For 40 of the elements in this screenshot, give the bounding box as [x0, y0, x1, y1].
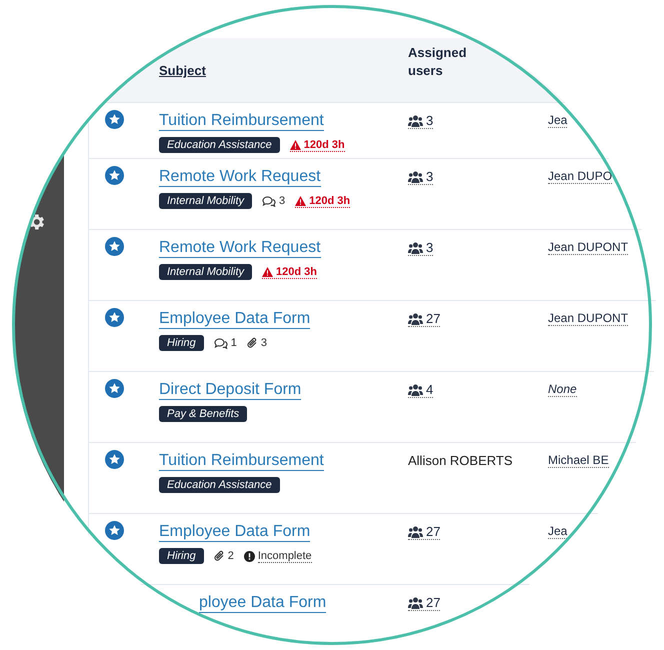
- assignee-name[interactable]: Michael BE: [548, 451, 609, 468]
- attachment-count: 2: [228, 550, 234, 562]
- category-tag: Hiring: [159, 335, 204, 351]
- status-label: Incomplete: [258, 550, 312, 562]
- assignee-name[interactable]: Jean DUPO: [548, 167, 612, 184]
- comment-count: 1: [230, 337, 237, 349]
- assignee-name[interactable]: Jean DUPONT: [548, 238, 628, 255]
- subject-link[interactable]: Remote Work Request: [159, 238, 321, 258]
- user-count[interactable]: 3: [408, 111, 434, 129]
- assignee-name[interactable]: Jea: [548, 111, 568, 128]
- subject-link[interactable]: Employee Data Form: [159, 309, 310, 329]
- assignee-name[interactable]: Jean DUPONT: [548, 309, 628, 326]
- user-count[interactable]: 27: [408, 309, 440, 327]
- category-tag: Education Assistance: [159, 137, 280, 153]
- category-tag: Hiring: [159, 548, 204, 564]
- category-tag: Education Assistance: [159, 477, 280, 493]
- assignee-name[interactable]: None: [548, 380, 577, 397]
- column-header[interactable]: Assigned users: [408, 44, 478, 80]
- subject-link[interactable]: Tuition Reimbursement: [159, 111, 324, 131]
- overdue-time: 120d 3h: [276, 266, 318, 278]
- subject-link[interactable]: Direct Deposit Form: [159, 380, 302, 400]
- subject-link[interactable]: Tuition Reimbursement: [159, 451, 324, 471]
- category-tag: Pay & Benefits: [159, 406, 248, 422]
- attachment-count: 3: [260, 337, 267, 349]
- subject-link[interactable]: ployee Data Form: [199, 593, 326, 613]
- subject-link[interactable]: Employee Data Form: [159, 522, 310, 542]
- user-count[interactable]: 3: [408, 167, 434, 185]
- overdue-time: 120d 3h: [304, 138, 345, 150]
- user-count[interactable]: 27: [408, 522, 440, 540]
- user-count[interactable]: 3: [408, 238, 434, 256]
- category-tag: Internal Mobility: [159, 264, 252, 280]
- assignee-name[interactable]: Jea: [548, 522, 568, 539]
- category-tag: Internal Mobility: [159, 193, 252, 209]
- subject-link[interactable]: Remote Work Request: [159, 167, 321, 187]
- overdue-time: 120d 3h: [309, 194, 350, 206]
- column-header[interactable]: Subject: [159, 63, 206, 78]
- user-count[interactable]: 4: [408, 380, 434, 398]
- user-name: Allison ROBERTS: [408, 452, 513, 468]
- comment-count: 3: [279, 195, 286, 207]
- user-count[interactable]: 27: [408, 593, 440, 611]
